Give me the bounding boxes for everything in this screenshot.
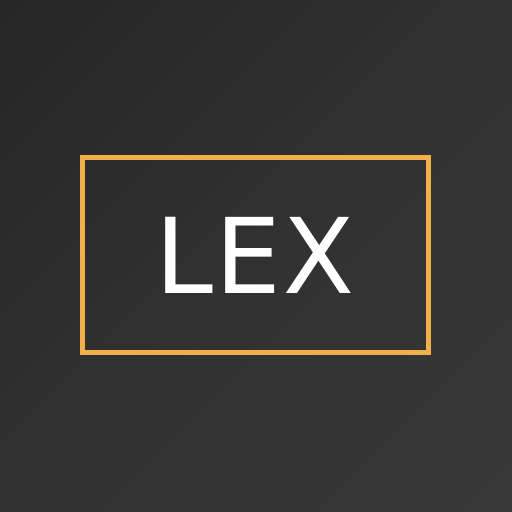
logo-wordmark: LEX — [155, 196, 356, 318]
logo-frame: LEX — [80, 155, 431, 355]
